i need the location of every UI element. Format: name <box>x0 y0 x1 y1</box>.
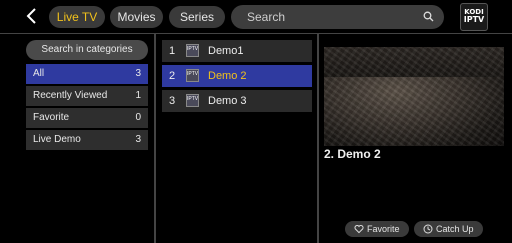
category-item-favorite[interactable]: Favorite 0 <box>26 108 148 128</box>
column-divider-1 <box>154 33 156 243</box>
channel-item-demo-2[interactable]: 2 IPTV Demo 2 <box>162 65 312 87</box>
tab-movies[interactable]: Movies <box>110 6 163 28</box>
header-divider <box>0 33 512 34</box>
category-count: 0 <box>135 112 141 123</box>
category-item-recently-viewed[interactable]: Recently Viewed 1 <box>26 86 148 106</box>
search-icon[interactable] <box>423 11 434 22</box>
search-categories-button[interactable]: Search in categories <box>26 40 148 60</box>
favorite-button[interactable]: Favorite <box>345 221 409 237</box>
category-count: 1 <box>135 90 141 101</box>
tab-live-tv[interactable]: Live TV <box>49 6 105 28</box>
channel-logo-icon: IPTV <box>186 94 199 107</box>
catch-up-label: Catch Up <box>436 224 474 234</box>
channel-name: Demo 2 <box>208 70 247 82</box>
clock-icon <box>423 224 433 234</box>
catch-up-button[interactable]: Catch Up <box>414 221 483 237</box>
channel-item-demo-3[interactable]: 3 IPTV Demo 3 <box>162 90 312 112</box>
channel-number: 2 <box>169 70 176 82</box>
channel-logo-icon: IPTV <box>186 69 199 82</box>
category-item-all[interactable]: All 3 <box>26 64 148 84</box>
category-count: 3 <box>135 134 141 145</box>
column-divider-2 <box>317 33 319 243</box>
back-arrow-icon[interactable] <box>22 6 42 26</box>
category-count: 3 <box>135 68 141 79</box>
category-label: Live Demo <box>33 134 81 145</box>
channel-number: 3 <box>169 95 176 107</box>
now-playing-title: 2. Demo 2 <box>324 147 381 161</box>
channel-name: Demo1 <box>208 45 244 57</box>
channel-number: 1 <box>169 45 176 57</box>
video-frame-texture <box>324 47 504 146</box>
channel-item-demo1[interactable]: 1 IPTV Demo1 <box>162 40 312 62</box>
category-label: All <box>33 68 45 79</box>
kodi-iptv-logo: KODI IPTV <box>460 3 488 31</box>
logo-text-line2: IPTV <box>463 15 485 24</box>
tab-series[interactable]: Series <box>169 6 225 28</box>
category-label: Recently Viewed <box>33 90 108 101</box>
channel-name: Demo 3 <box>208 95 247 107</box>
category-item-live-demo[interactable]: Live Demo 3 <box>26 130 148 150</box>
channel-logo-icon: IPTV <box>186 44 199 57</box>
search-placeholder: Search <box>247 10 286 24</box>
video-preview[interactable] <box>324 47 504 146</box>
heart-icon <box>354 225 364 234</box>
category-label: Favorite <box>33 112 70 123</box>
favorite-label: Favorite <box>367 224 400 234</box>
search-input[interactable]: Search <box>231 5 444 29</box>
